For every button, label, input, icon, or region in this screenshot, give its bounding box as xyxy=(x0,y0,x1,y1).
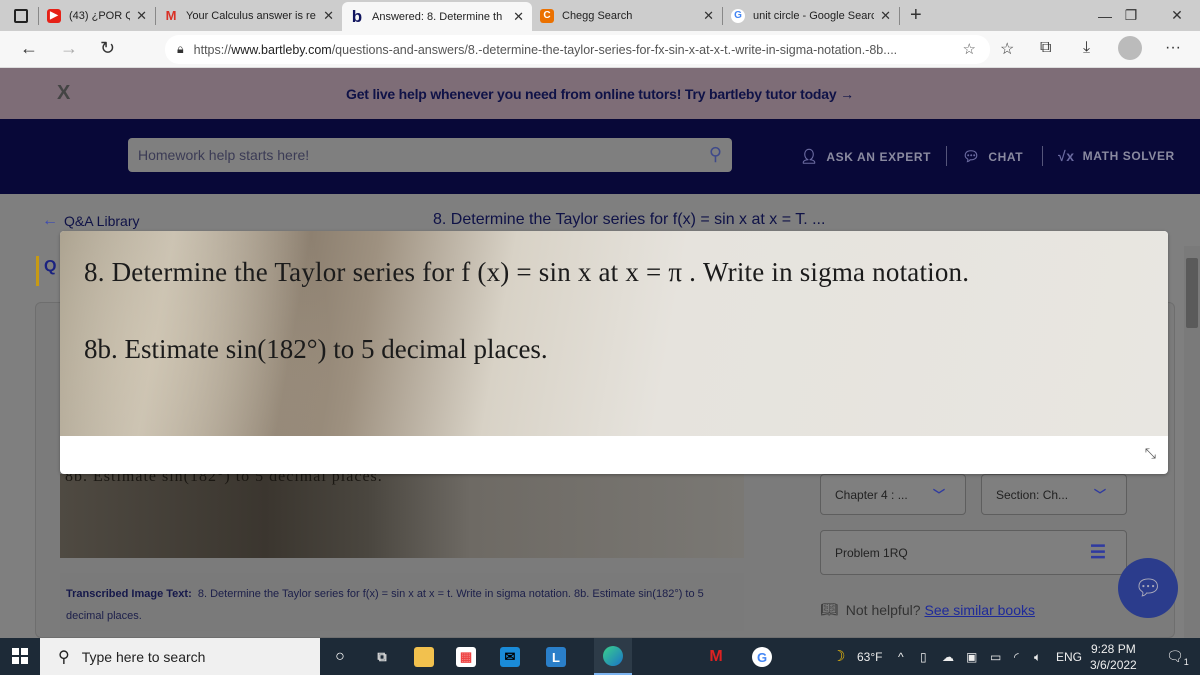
browser-tab-bar: ▶ (43) ¿POR QUÉ PUTÍN QU ✕ M Your Calcul… xyxy=(0,0,1200,31)
photo-line-1: 8. Determine the Taylor series for f (x)… xyxy=(84,257,970,287)
chat-icon: 💬︎ xyxy=(962,148,981,164)
promo-banner: X Get live help whenever you need from o… xyxy=(0,68,1200,119)
collections-icon[interactable]: ⧉ xyxy=(1040,39,1051,57)
close-tab-icon[interactable]: ✕ xyxy=(507,9,524,25)
divider xyxy=(1042,146,1043,166)
tab-google[interactable]: G unit circle - Google Search ✕ xyxy=(723,0,899,31)
chevron-down-icon: ﹀ xyxy=(1093,488,1106,502)
close-tab-icon[interactable]: ✕ xyxy=(130,8,147,24)
tab-chegg[interactable]: C Chegg Search ✕ xyxy=(532,0,722,31)
divider xyxy=(946,146,947,166)
youtube-icon: ▶ xyxy=(47,8,61,23)
mcafee-icon[interactable]: M xyxy=(706,647,726,667)
onedrive-icon[interactable]: ☁ xyxy=(942,650,954,664)
question-accent-bar xyxy=(36,256,39,286)
back-button[interactable]: ← xyxy=(20,38,38,59)
favorites-icon[interactable]: ☆ xyxy=(1000,39,1014,59)
restore-button[interactable]: ❐ xyxy=(1108,0,1154,31)
add-favorite-icon[interactable]: ☆ xyxy=(963,40,976,58)
close-tab-icon[interactable]: ✕ xyxy=(697,8,714,24)
search-icon: ⚲ xyxy=(58,648,70,666)
scrollbar-thumb[interactable] xyxy=(1186,258,1198,328)
photo-line-2: 8b. Estimate sin(182°) to 5 decimal plac… xyxy=(84,334,548,364)
address-bar[interactable]: 🔒︎ https://www.bartleby.com/questions-an… xyxy=(165,35,990,64)
close-banner-button[interactable]: X xyxy=(57,82,70,105)
close-tab-icon[interactable]: ✕ xyxy=(874,8,891,24)
wifi-icon[interactable]: ◜ xyxy=(1014,650,1019,664)
meet-now-icon[interactable]: ▯ xyxy=(920,650,927,664)
profile-avatar[interactable] xyxy=(1118,36,1142,60)
store-icon[interactable]: ▦ xyxy=(456,647,476,667)
screen-icon[interactable]: ▣ xyxy=(966,650,977,664)
arrow-left-icon: ← xyxy=(42,212,58,229)
close-window-button[interactable]: ✕ xyxy=(1154,0,1200,31)
chapter-select[interactable]: Chapter 4 : ... ﹀ xyxy=(820,474,966,515)
question-marker: Q xyxy=(44,258,57,275)
forward-button[interactable]: → xyxy=(60,38,78,59)
question-image-thumbnail[interactable] xyxy=(60,474,744,558)
clock[interactable]: 9:28 PM 3/6/2022 xyxy=(1090,641,1137,673)
refresh-button[interactable]: ↻ xyxy=(100,38,115,59)
notifications-icon[interactable]: 🗨︎1 xyxy=(1166,648,1189,667)
not-helpful-row: 📖︎ Not helpful? See similar books xyxy=(820,601,1035,618)
tab-bartleby[interactable]: b Answered: 8. Determine th ✕ xyxy=(342,2,532,31)
section-select[interactable]: Section: Ch... ﹀ xyxy=(981,474,1127,515)
qa-library-link[interactable]: ← Q&A Library xyxy=(42,212,139,230)
gmail-icon: M xyxy=(165,8,177,23)
chat-support-icon: 💬︎ xyxy=(1134,575,1162,600)
downloads-icon[interactable]: ⤓ xyxy=(1083,39,1090,57)
math-solver-link[interactable]: √x MATH SOLVER xyxy=(1058,148,1175,164)
chat-link[interactable]: 💬︎ CHAT xyxy=(962,148,1023,165)
homework-search-input[interactable]: Homework help starts here! ⚲ xyxy=(128,138,732,172)
windows-start-button[interactable] xyxy=(12,648,28,664)
file-explorer-icon[interactable] xyxy=(414,647,434,667)
close-tab-icon[interactable]: ✕ xyxy=(317,8,334,24)
transcribed-text: Transcribed Image Text: 8. Determine the… xyxy=(60,573,744,631)
more-menu-icon[interactable]: ··· xyxy=(1165,39,1181,57)
google-app-icon[interactable]: G xyxy=(752,647,772,667)
chevron-up-icon[interactable]: ^ xyxy=(898,650,904,664)
promo-link[interactable]: Get live help whenever you need from onl… xyxy=(346,86,854,102)
list-icon: ☰ xyxy=(1089,542,1106,562)
tab-actions-icon[interactable] xyxy=(14,8,28,23)
chevron-down-icon: ﹀ xyxy=(932,488,945,502)
book-icon: 📖︎ xyxy=(820,601,838,617)
weather-temp[interactable]: 63°F xyxy=(857,650,882,664)
lock-icon: 🔒︎ xyxy=(177,42,184,56)
site-header: Homework help starts here! ⚲ 👤︎ ASK AN EX… xyxy=(0,119,1200,194)
moon-weather-icon: ☽ xyxy=(832,648,846,665)
collapse-icon[interactable]: ⤡ xyxy=(1145,446,1156,462)
language-indicator[interactable]: ENG xyxy=(1056,650,1082,664)
battery-icon[interactable]: ▭ xyxy=(990,650,1001,664)
task-view-icon[interactable]: ⧉ xyxy=(372,647,392,667)
ask-expert-link[interactable]: 👤︎ ASK AN EXPERT xyxy=(800,148,931,165)
mail-icon[interactable]: ✉ xyxy=(500,647,520,667)
taskbar-search-input[interactable]: ⚲ Type here to search xyxy=(40,638,320,675)
image-lightbox: 8. Determine the Taylor series for f (x)… xyxy=(60,231,1168,474)
expert-icon: 👤︎ xyxy=(800,148,819,164)
see-similar-books-link[interactable]: See similar books xyxy=(925,602,1036,618)
lexia-app-icon[interactable]: L xyxy=(546,647,566,667)
google-icon: G xyxy=(731,8,745,23)
sqrt-icon: √x xyxy=(1058,148,1075,164)
windows-taskbar: ⚲ Type here to search ○ ⧉ ▦ ✉ L M G ☽ 63… xyxy=(0,638,1200,675)
page-title: 8. Determine the Taylor series for f(x) … xyxy=(433,211,826,228)
address-toolbar: ← → ↻ 🔒︎ https://www.bartleby.com/questi… xyxy=(0,31,1200,68)
tab-youtube[interactable]: ▶ (43) ¿POR QUÉ PUTÍN QU ✕ xyxy=(39,0,155,31)
divider xyxy=(899,6,900,25)
cortana-icon[interactable]: ○ xyxy=(330,647,350,667)
search-icon[interactable]: ⚲ xyxy=(709,144,722,165)
new-tab-button[interactable]: + xyxy=(910,4,922,27)
volume-icon[interactable]: 🔈︎ xyxy=(1034,650,1041,665)
chegg-icon: C xyxy=(540,8,554,23)
tab-gmail[interactable]: M Your Calculus answer is re ✕ xyxy=(156,0,342,31)
problem-select[interactable]: Problem 1RQ ☰ xyxy=(820,530,1127,575)
chat-fab-button[interactable]: 💬︎ xyxy=(1118,558,1178,618)
edge-app-icon[interactable] xyxy=(594,638,632,675)
bartleby-icon: b xyxy=(351,6,363,26)
arrow-right-icon: → xyxy=(840,85,854,102)
question-photo: 8. Determine the Taylor series for f (x)… xyxy=(60,231,1168,436)
